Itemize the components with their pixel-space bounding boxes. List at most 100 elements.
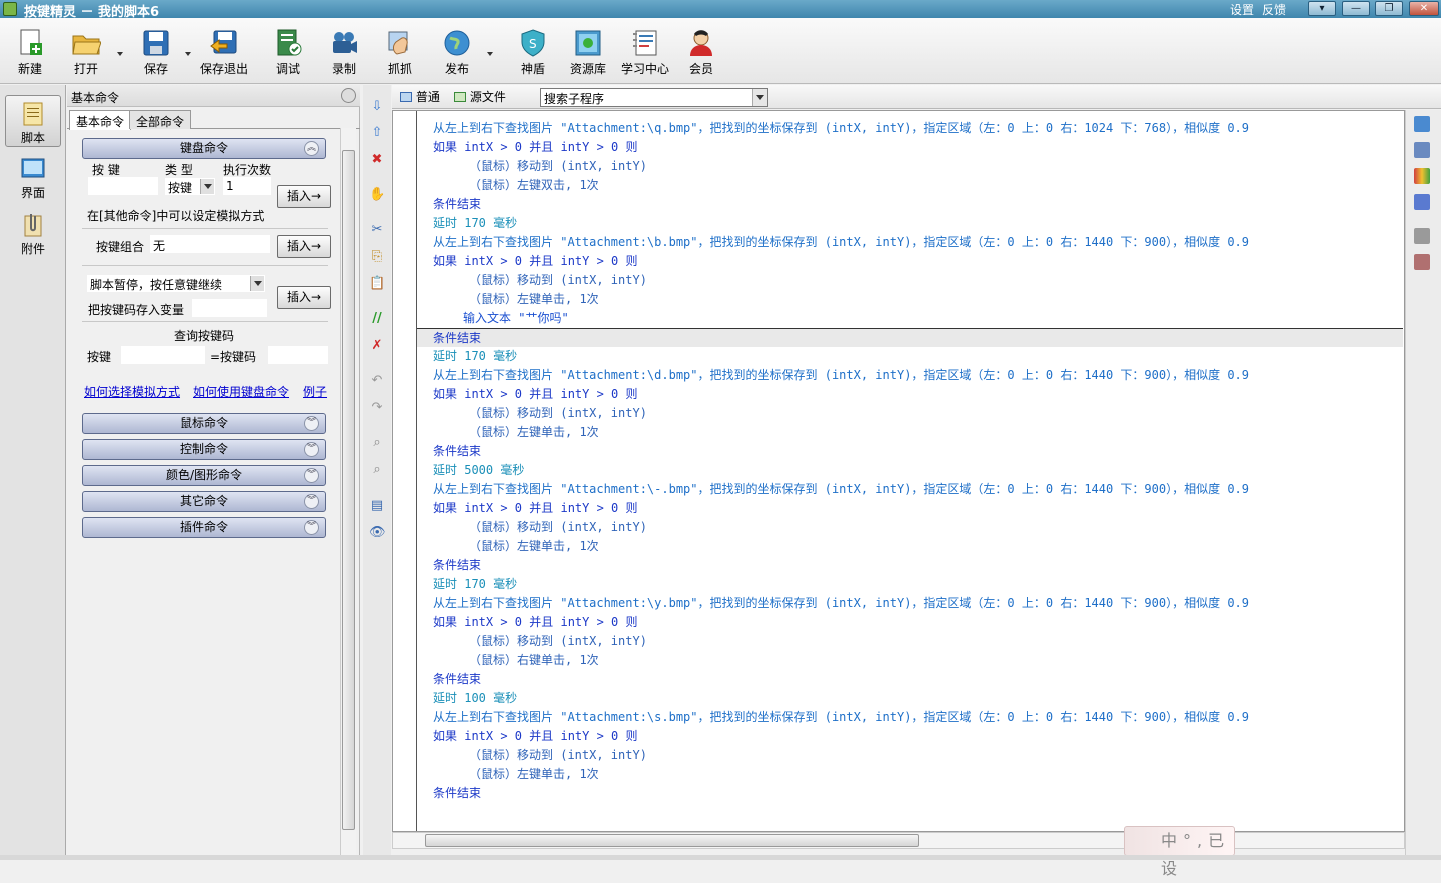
watch-eye-icon[interactable]: 👁 <box>369 525 386 541</box>
remove-tool-icon[interactable] <box>1414 254 1430 270</box>
palette-icon[interactable] <box>1414 168 1430 184</box>
new-button[interactable]: 新建 <box>0 28 60 77</box>
code-line[interactable]: 从左上到右下查找图片 "Attachment:\b.bmp"，把找到的坐标保存到… <box>433 233 1403 252</box>
code-line[interactable]: （鼠标）左键单击, 1次 <box>433 765 1403 784</box>
other-section-header[interactable]: 其它命令 ︾ <box>82 491 326 512</box>
shield-button[interactable]: S 神盾 <box>503 28 563 77</box>
replace-icon[interactable]: ⌕ <box>369 462 385 478</box>
code-line[interactable]: （鼠标）左键单击, 1次 <box>433 537 1403 556</box>
key-combo-input[interactable]: 无 <box>150 235 270 253</box>
save-dropdown-icon[interactable] <box>185 52 191 56</box>
move-up-icon[interactable]: ⇧ <box>369 125 385 141</box>
move-down-icon[interactable]: ⇩ <box>369 99 385 115</box>
tab-normal[interactable]: 普通 <box>400 88 440 106</box>
search-dropdown-icon[interactable] <box>752 89 767 106</box>
code-line[interactable]: 如果 intX > 0 并且 intY > 0 则 <box>433 499 1403 518</box>
query-key-input[interactable] <box>121 346 205 364</box>
delete-icon[interactable]: ✖ <box>369 152 385 168</box>
document-icon[interactable] <box>1414 116 1430 132</box>
code-line[interactable]: （鼠标）移动到 (intX, intY) <box>433 271 1403 290</box>
key-input[interactable] <box>88 177 158 195</box>
grab-button[interactable]: 抓抓 <box>370 28 430 77</box>
member-button[interactable]: 会员 <box>671 28 731 77</box>
tab-basic-commands[interactable]: 基本命令 <box>69 110 132 130</box>
save-button[interactable]: 保存 <box>126 28 186 77</box>
undo-icon[interactable]: ↶ <box>369 373 385 389</box>
hand-icon[interactable]: ✋ <box>369 187 385 203</box>
pin-icon[interactable] <box>341 88 356 103</box>
comment-icon[interactable]: // <box>369 311 385 327</box>
code-line[interactable]: （鼠标）移动到 (intX, intY) <box>433 746 1403 765</box>
code-line[interactable]: 延时 170 毫秒 <box>433 575 1403 594</box>
code-line[interactable]: （鼠标）左键单击, 1次 <box>433 423 1403 442</box>
plugin-section-header[interactable]: 插件命令 ︾ <box>82 517 326 538</box>
ime-status-bar[interactable]: 中°,已设 <box>1124 826 1235 878</box>
code-line[interactable]: 如果 intX > 0 并且 intY > 0 则 <box>433 138 1403 157</box>
tab-all-commands[interactable]: 全部命令 <box>129 110 192 129</box>
script-editor[interactable]: 从左上到右下查找图片 "Attachment:\q.bmp"，把找到的坐标保存到… <box>392 110 1405 832</box>
properties-icon[interactable]: ▤ <box>369 498 385 514</box>
code-line[interactable]: （鼠标）左键双击, 1次 <box>433 176 1403 195</box>
pause-dropdown-icon[interactable] <box>250 276 264 291</box>
pause-select[interactable]: 脚本暂停，按任意键继续 <box>87 275 265 292</box>
nav-ui[interactable]: 界面 <box>5 151 61 203</box>
keycode-variable-input[interactable] <box>192 299 267 317</box>
code-line[interactable]: 条件结束 <box>433 670 1403 689</box>
code-line[interactable]: （鼠标）移动到 (intX, intY) <box>433 404 1403 423</box>
mouse-section-header[interactable]: 鼠标命令 ︾ <box>82 413 326 434</box>
type-dropdown-icon[interactable] <box>200 179 214 194</box>
type-select[interactable]: 按键 <box>165 178 215 195</box>
code-line[interactable]: 条件结束 <box>433 195 1403 214</box>
open-dropdown-icon[interactable] <box>117 52 123 56</box>
restore-button[interactable]: ❐ <box>1375 1 1403 16</box>
code-line[interactable]: （鼠标）右键单击, 1次 <box>433 651 1403 670</box>
uncomment-icon[interactable]: ✗ <box>369 338 385 354</box>
link-how-use-keyboard[interactable]: 如何使用键盘命令 <box>193 383 289 400</box>
subroutine-search[interactable]: 搜索子程序 <box>540 88 768 107</box>
feedback-link[interactable]: 反馈 <box>1262 1 1286 18</box>
publish-button[interactable]: 发布 <box>427 28 487 77</box>
code-line[interactable]: 如果 intX > 0 并且 intY > 0 则 <box>433 613 1403 632</box>
code-line[interactable]: 条件结束 <box>433 442 1403 461</box>
open-button[interactable]: 打开 <box>56 28 116 77</box>
editor-horizontal-scrollbar[interactable] <box>392 832 1405 849</box>
keyboard-section-header[interactable]: 键盘命令 ︽ <box>82 138 326 159</box>
tab-source[interactable]: 源文件 <box>454 88 506 106</box>
link-example[interactable]: 例子 <box>303 383 327 400</box>
find-icon[interactable]: ⌕ <box>369 435 385 451</box>
plugin-icon[interactable] <box>1414 194 1430 210</box>
code-line[interactable]: 延时 100 毫秒 <box>433 689 1403 708</box>
insert-key-button[interactable]: 插入→ <box>277 185 331 208</box>
code-line[interactable]: 条件结束 <box>433 556 1403 575</box>
code-line[interactable]: 如果 intX > 0 并且 intY > 0 则 <box>433 385 1403 404</box>
save-exit-button[interactable]: 保存退出 <box>194 28 254 77</box>
code-line[interactable]: （鼠标）左键单击, 1次 <box>433 290 1403 309</box>
code-line[interactable]: 输入文本 "艹你吗" <box>433 309 1403 328</box>
code-line[interactable]: 从左上到右下查找图片 "Attachment:\-.bmp"，把找到的坐标保存到… <box>433 480 1403 499</box>
add-tool-icon[interactable] <box>1414 228 1430 244</box>
code-line[interactable]: 从左上到右下查找图片 "Attachment:\d.bmp"，把找到的坐标保存到… <box>433 366 1403 385</box>
nav-attachment[interactable]: 附件 <box>5 207 61 259</box>
notes-icon[interactable] <box>1414 142 1430 158</box>
cut-icon[interactable]: ✂ <box>369 222 385 238</box>
scrollbar-thumb[interactable] <box>342 150 355 830</box>
link-how-choose-simulation[interactable]: 如何选择模拟方式 <box>84 383 180 400</box>
code-line[interactable]: （鼠标）移动到 (intX, intY) <box>433 632 1403 651</box>
minimize-button[interactable]: — <box>1342 1 1370 16</box>
code-line[interactable]: 从左上到右下查找图片 "Attachment:\q.bmp"，把找到的坐标保存到… <box>433 119 1403 138</box>
code-line[interactable]: 延时 170 毫秒 <box>433 214 1403 233</box>
code-line[interactable]: 如果 intX > 0 并且 intY > 0 则 <box>433 252 1403 271</box>
code-line[interactable]: 条件结束 <box>417 328 1403 347</box>
nav-script[interactable]: 脚本 <box>5 95 61 147</box>
code-lines[interactable]: 从左上到右下查找图片 "Attachment:\q.bmp"，把找到的坐标保存到… <box>417 119 1403 803</box>
code-line[interactable]: 延时 170 毫秒 <box>433 347 1403 366</box>
code-line[interactable]: （鼠标）移动到 (intX, intY) <box>433 518 1403 537</box>
horizontal-scrollbar-thumb[interactable] <box>425 834 919 847</box>
control-section-header[interactable]: 控制命令 ︾ <box>82 439 326 460</box>
redo-icon[interactable]: ↷ <box>369 400 385 416</box>
code-line[interactable]: （鼠标）移动到 (intX, intY) <box>433 157 1403 176</box>
insert-combo-button[interactable]: 插入→ <box>277 235 331 258</box>
color-graphics-section-header[interactable]: 颜色/图形命令 ︾ <box>82 465 326 486</box>
code-line[interactable]: 如果 intX > 0 并且 intY > 0 则 <box>433 727 1403 746</box>
times-input[interactable]: 1 <box>223 177 271 195</box>
